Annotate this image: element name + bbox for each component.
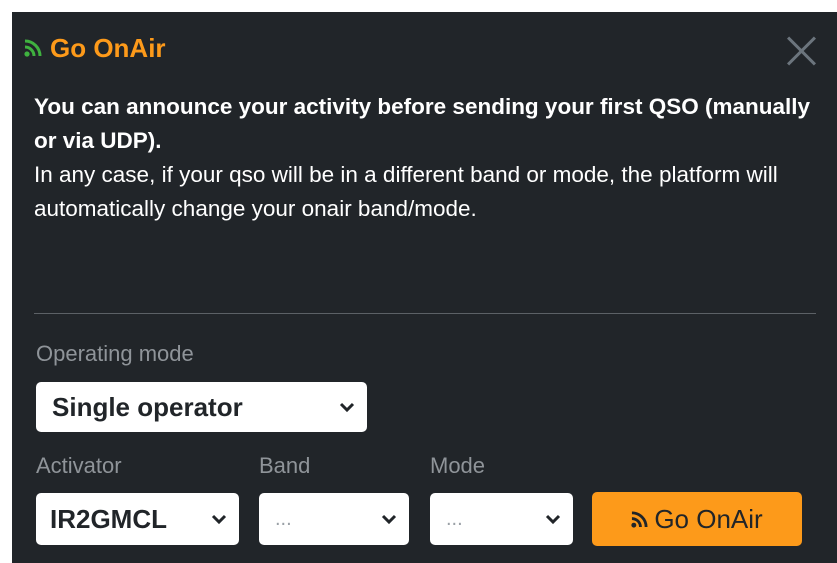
band-select[interactable]: ... [259, 493, 409, 545]
activator-label: Activator [36, 453, 122, 478]
chevron-down-icon [211, 514, 227, 525]
activator-value: IR2GMCL [50, 503, 167, 534]
panel-title: Go OnAir [50, 32, 166, 63]
go-onair-button-label: Go OnAir [654, 503, 763, 534]
operating-mode-label: Operating mode [36, 341, 194, 366]
close-icon[interactable] [785, 34, 819, 68]
mode-label: Mode [430, 453, 486, 478]
operating-mode-select[interactable]: Single operator [36, 382, 367, 432]
mode-select[interactable]: ... [430, 493, 573, 545]
operating-mode-value: Single operator [52, 391, 243, 422]
intro-text: You can announce your activity before se… [34, 90, 814, 226]
rss-icon [631, 510, 648, 528]
chevron-down-icon [381, 514, 397, 525]
band-label: Band [259, 453, 311, 478]
intro-bold-text: You can announce your activity before se… [34, 94, 810, 153]
mode-value: ... [446, 507, 463, 530]
intro-body-text: In any case, if your qso will be in a di… [34, 162, 778, 221]
panel-header: Go OnAir [24, 28, 837, 68]
chevron-down-icon [339, 402, 355, 413]
divider [34, 313, 816, 314]
page-edge [0, 0, 12, 563]
band-value: ... [275, 507, 292, 530]
activator-select[interactable]: IR2GMCL [36, 493, 239, 545]
go-onair-button[interactable]: Go OnAir [592, 492, 802, 546]
rss-icon [24, 39, 42, 57]
chevron-down-icon [545, 514, 561, 525]
